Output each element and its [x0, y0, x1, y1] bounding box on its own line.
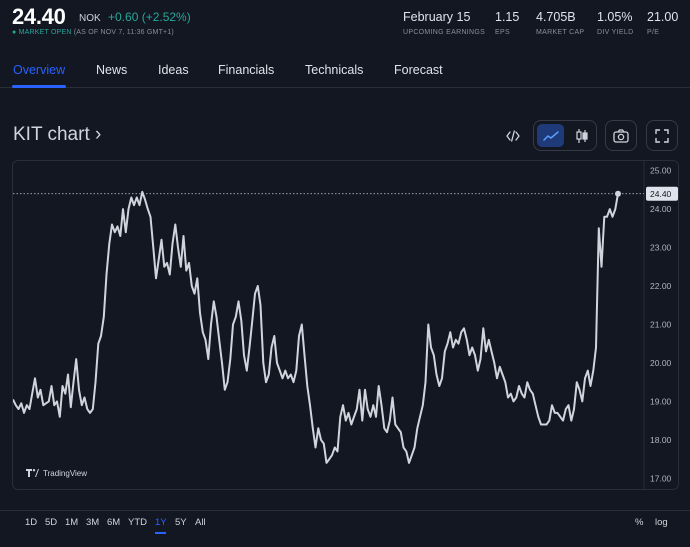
stat-value: February 15	[403, 10, 471, 24]
stat-value: 21.00	[647, 10, 679, 24]
last-price-label: 24.40	[650, 189, 672, 199]
y-tick-label: 23.00	[650, 243, 672, 253]
tradingview-attribution[interactable]: TradingView	[20, 463, 94, 483]
tab-ideas[interactable]: Ideas	[158, 63, 189, 77]
stat-value: 1.05%	[597, 10, 633, 24]
stat-label: EPS	[495, 29, 510, 36]
snapshot-button[interactable]	[605, 120, 637, 151]
stat-label: UPCOMING EARNINGS	[403, 29, 486, 36]
embed-code-button[interactable]	[498, 120, 528, 151]
candlestick-button[interactable]	[568, 124, 595, 147]
last-price: 24.40	[12, 4, 66, 29]
tab-forecast[interactable]: Forecast	[394, 63, 443, 77]
stat-upcoming-earnings: February 15 UPCOMING EARNINGS	[403, 10, 485, 36]
range-3m[interactable]: 3M	[86, 517, 99, 528]
stat-eps: 1.15 EPS	[495, 10, 519, 36]
percent-scale-toggle[interactable]: %	[635, 517, 643, 528]
y-tick-label: 21.00	[650, 319, 672, 329]
range-5d[interactable]: 5D	[45, 517, 57, 528]
candlestick-icon	[575, 128, 588, 143]
chart-title-link[interactable]: KIT chart ›	[13, 124, 101, 146]
tradingview-logo-icon	[26, 469, 39, 477]
y-tick-label: 17.00	[650, 473, 672, 483]
chart-style-toggle	[533, 120, 597, 151]
stat-label: DIV YIELD	[597, 29, 634, 36]
y-tick-label: 25.00	[650, 166, 672, 176]
price-series-line	[13, 190, 619, 464]
active-range-indicator	[155, 532, 166, 534]
last-price-dot	[615, 190, 621, 197]
line-chart-button[interactable]	[537, 124, 564, 147]
log-scale-toggle[interactable]: log	[655, 517, 668, 528]
time-range-bar: 1D 5D 1M 3M 6M YTD 1Y 5Y All % log	[0, 510, 690, 535]
y-tick-label: 19.00	[650, 396, 672, 406]
stat-label: P/E	[647, 29, 660, 36]
tradingview-label: TradingView	[43, 468, 88, 478]
camera-icon	[613, 128, 629, 143]
active-tab-indicator	[12, 85, 66, 88]
range-1d[interactable]: 1D	[25, 517, 37, 528]
stat-div-yield: 1.05% DIV YIELD	[597, 10, 633, 36]
range-1m[interactable]: 1M	[65, 517, 78, 528]
stat-label: MARKET CAP	[536, 29, 585, 36]
tab-bar: Overview News Ideas Financials Technical…	[0, 52, 690, 88]
market-status: ● MARKET OPEN (AS OF NOV 7, 11:36 GMT+1)	[12, 29, 174, 36]
stat-value: 1.15	[495, 10, 520, 24]
line-chart-icon	[542, 130, 559, 141]
y-tick-label: 20.00	[650, 358, 672, 368]
tab-financials[interactable]: Financials	[218, 63, 274, 77]
range-all[interactable]: All	[195, 517, 206, 528]
quote-header: 24.40 NOK +0.60 (+2.52%) ● MARKET OPEN (…	[0, 0, 690, 48]
range-ytd[interactable]: YTD	[128, 517, 147, 528]
market-status-text: MARKET OPEN	[18, 29, 72, 36]
price-chart[interactable]: 25.00 24.00 23.00 22.00 21.00 20.00 19.00 18.00…	[13, 161, 679, 490]
currency-code: NOK	[79, 13, 101, 24]
stat-pe: 21.00 P/E	[647, 10, 678, 36]
stat-market-cap: 4.705B MARKET CAP	[536, 10, 584, 36]
chart-container[interactable]: 25.00 24.00 23.00 22.00 21.00 20.00 19.00 18.00…	[12, 160, 679, 490]
embed-code-icon	[506, 129, 520, 142]
y-tick-label: 18.00	[650, 435, 672, 445]
as-of-timestamp: (AS OF NOV 7, 11:36 GMT+1)	[73, 29, 174, 36]
y-tick-label: 22.00	[650, 281, 672, 291]
tab-news[interactable]: News	[96, 63, 127, 77]
range-6m[interactable]: 6M	[107, 517, 120, 528]
range-1y[interactable]: 1Y	[155, 517, 167, 528]
range-5y[interactable]: 5Y	[175, 517, 187, 528]
y-tick-label: 24.00	[650, 204, 672, 214]
tab-technicals[interactable]: Technicals	[305, 63, 363, 77]
fullscreen-icon	[655, 128, 669, 143]
fullscreen-button[interactable]	[646, 120, 678, 151]
market-open-dot-icon: ●	[12, 29, 17, 36]
stat-value: 4.705B	[536, 10, 576, 24]
price-change: +0.60 (+2.52%)	[108, 10, 191, 24]
tab-overview[interactable]: Overview	[13, 63, 65, 77]
